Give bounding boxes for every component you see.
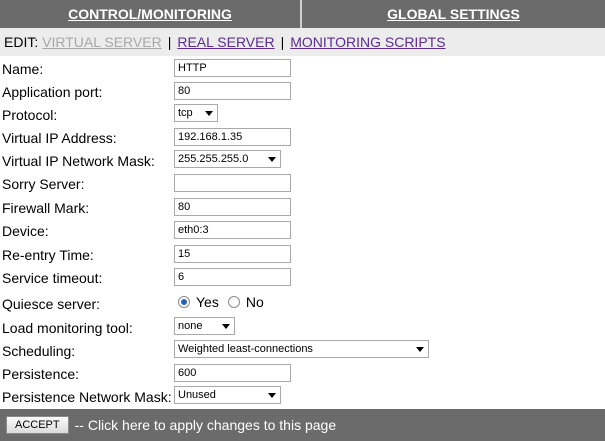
edit-prefix: EDIT: — [4, 34, 39, 50]
row-name: Name: — [0, 57, 605, 80]
chevron-down-icon — [222, 324, 230, 329]
quiesce-yes-radio[interactable] — [178, 296, 190, 308]
link-real-server[interactable]: REAL SERVER — [177, 34, 274, 50]
protocol-value: tcp — [178, 107, 193, 119]
firewall-mark-input[interactable] — [174, 198, 291, 216]
chevron-down-icon — [268, 393, 276, 398]
row-load-monitor: Load monitoring tool: none — [0, 316, 605, 339]
device-input[interactable] — [174, 221, 291, 239]
scheduling-value: Weighted least-connections — [178, 343, 313, 355]
protocol-select[interactable]: tcp — [174, 104, 218, 122]
persistence-mask-value: Unused — [178, 389, 216, 401]
chevron-down-icon — [205, 111, 213, 116]
vip-input[interactable] — [174, 128, 291, 146]
row-firewall-mark: Firewall Mark: — [0, 196, 605, 219]
scheduling-select[interactable]: Weighted least-connections — [174, 340, 429, 358]
separator: | — [167, 34, 172, 50]
row-protocol: Protocol: tcp — [0, 103, 605, 126]
quiesce-no-radio[interactable] — [227, 296, 240, 308]
persistence-mask-select[interactable]: Unused — [174, 386, 281, 404]
name-label: Name: — [2, 61, 44, 77]
row-device: Device: — [0, 219, 605, 242]
quiesce-yes-label[interactable]: Yes — [196, 294, 219, 310]
row-quiesce: Quiesce server: Yes No — [0, 292, 605, 315]
app-port-input[interactable] — [174, 82, 291, 100]
quiesce-radio-group: Yes No — [174, 294, 264, 310]
vip-label: Virtual IP Address: — [2, 130, 117, 146]
accept-note: -- Click here to apply changes to this p… — [74, 417, 337, 433]
row-sorry-server: Sorry Server: — [0, 172, 605, 195]
edit-bar: EDIT: VIRTUAL SERVER | REAL SERVER | MON… — [0, 28, 605, 56]
reentry-time-label: Re-entry Time: — [2, 247, 94, 263]
row-reentry-time: Re-entry Time: — [0, 243, 605, 266]
load-monitor-value: none — [178, 320, 203, 332]
vip-mask-label: Virtual IP Network Mask: — [2, 153, 155, 169]
scheduling-label: Scheduling: — [2, 343, 76, 359]
tab-global-settings[interactable]: GLOBAL SETTINGS — [302, 0, 605, 28]
reentry-time-input[interactable] — [174, 245, 291, 263]
chevron-down-icon — [416, 347, 424, 352]
row-service-timeout: Service timeout: — [0, 266, 605, 289]
persistence-mask-label: Persistence Network Mask: — [2, 389, 172, 405]
row-vip: Virtual IP Address: — [0, 126, 605, 149]
row-persistence-mask: Persistence Network Mask: Unused — [0, 385, 605, 408]
firewall-mark-label: Firewall Mark: — [2, 200, 90, 216]
accept-button[interactable]: ACCEPT — [6, 416, 69, 434]
persistence-label: Persistence: — [2, 366, 80, 382]
sorry-server-input[interactable] — [174, 174, 291, 192]
footer-bar: ACCEPT -- Click here to apply changes to… — [0, 409, 605, 441]
link-virtual-server: VIRTUAL SERVER — [42, 34, 162, 50]
separator: | — [280, 34, 285, 50]
quiesce-label: Quiesce server: — [2, 296, 101, 312]
name-input[interactable] — [174, 59, 291, 77]
top-nav: CONTROL/MONITORING GLOBAL SETTINGS — [0, 0, 605, 28]
link-monitoring-scripts[interactable]: MONITORING SCRIPTS — [290, 34, 445, 50]
service-timeout-input[interactable] — [174, 268, 291, 286]
load-monitor-label: Load monitoring tool: — [2, 320, 133, 336]
sorry-server-label: Sorry Server: — [2, 176, 85, 192]
chevron-down-icon — [268, 157, 276, 162]
device-label: Device: — [2, 223, 49, 239]
row-app-port: Application port: — [0, 80, 605, 103]
protocol-label: Protocol: — [2, 107, 58, 123]
row-persistence: Persistence: — [0, 362, 605, 385]
tab-control-monitoring[interactable]: CONTROL/MONITORING — [0, 0, 302, 28]
row-vip-mask: Virtual IP Network Mask: 255.255.255.0 — [0, 149, 605, 172]
vip-mask-value: 255.255.255.0 — [178, 153, 249, 165]
vip-mask-select[interactable]: 255.255.255.0 — [174, 150, 281, 168]
service-timeout-label: Service timeout: — [2, 270, 103, 286]
row-scheduling: Scheduling: Weighted least-connections — [0, 339, 605, 362]
quiesce-no-label[interactable]: No — [246, 294, 264, 310]
load-monitor-select[interactable]: none — [174, 317, 235, 335]
app-port-label: Application port: — [2, 84, 103, 100]
persistence-input[interactable] — [174, 364, 291, 382]
